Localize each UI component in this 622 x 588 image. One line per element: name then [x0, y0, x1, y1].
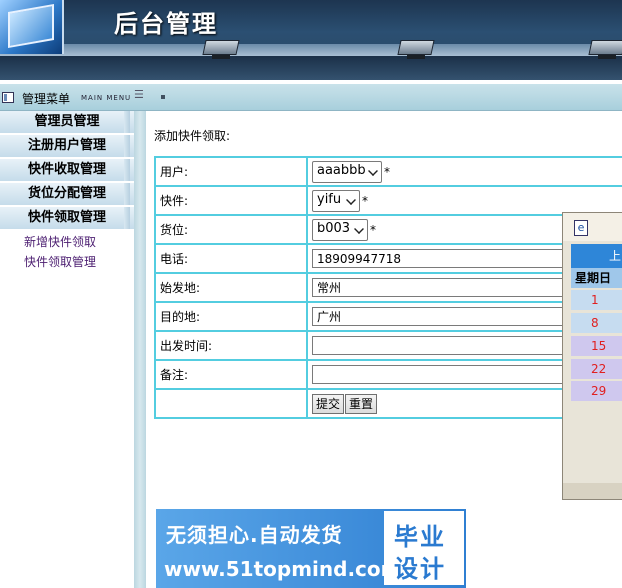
user-label: 用户:	[154, 156, 308, 187]
date-picker-titlebar	[563, 213, 622, 241]
form-row-user: 用户: aaabbb *	[154, 156, 622, 187]
actions-label-cell	[154, 388, 308, 419]
bullet-icon	[161, 95, 165, 99]
form-row-depart: 出发时间:	[154, 330, 622, 361]
ad-banner[interactable]: 无须担心.自动发货 www.51topmind.com 毕业 设计	[156, 509, 466, 588]
sidebar-link-add-pickup[interactable]: 新增快件领取	[24, 233, 96, 250]
calendar-day[interactable]: 8	[571, 313, 622, 333]
phone-input[interactable]	[312, 249, 572, 268]
monitor-icon	[395, 40, 435, 60]
sidebar-item-users[interactable]: 注册用户管理	[0, 135, 134, 158]
menu-bar: 管理菜单 MAIN MENU ☰	[0, 84, 622, 111]
reset-button[interactable]: 重置	[345, 393, 378, 414]
sidebar-item-slots[interactable]: 货位分配管理	[0, 183, 134, 206]
date-picker-popup: e 上 星期日 1 8 15 22 29	[562, 212, 622, 500]
calendar-icon: e	[574, 220, 588, 236]
weekday-header: 星期日	[571, 268, 622, 288]
badge-line2: 设计	[394, 555, 446, 583]
header-banner: 后台管理	[0, 0, 622, 80]
destination-input[interactable]	[312, 307, 572, 326]
date-picker-footer	[563, 483, 622, 499]
user-select[interactable]: aaabbb	[312, 160, 382, 183]
depart-time-input[interactable]	[312, 336, 572, 355]
monitor-icon	[586, 40, 622, 60]
form-row-slot: 货位: b003 *	[154, 214, 622, 245]
parcel-select-value: yifu	[317, 191, 342, 207]
menu-title: 管理菜单	[22, 92, 71, 106]
user-cell: aaabbb *	[306, 156, 622, 187]
page-title: 后台管理	[114, 9, 218, 38]
menu-subtitle: MAIN MENU	[81, 94, 132, 102]
sidebar-item-admin[interactable]: 管理员管理	[0, 111, 134, 134]
destination-label: 目的地:	[154, 301, 308, 332]
required-mark: *	[384, 164, 390, 179]
badge-line1: 毕业	[394, 523, 446, 551]
note-label: 备注:	[154, 359, 308, 390]
pickup-form: 用户: aaabbb * 快件: yifu * 货位: b003 * 电话: 始发地:…	[154, 156, 622, 419]
banner-url: www.51topmind.com	[164, 557, 402, 581]
sidebar-link-manage-pickup[interactable]: 快件领取管理	[24, 253, 96, 270]
calendar-day[interactable]: 22	[571, 359, 622, 379]
sidebar: 管理员管理 注册用户管理 快件收取管理 货位分配管理 快件领取管理 新增快件领取…	[0, 111, 134, 588]
sidebar-item-pickup[interactable]: 快件领取管理	[0, 207, 134, 230]
calendar-day[interactable]: 1	[571, 290, 622, 310]
note-input[interactable]	[312, 365, 572, 384]
sidebar-item-receive[interactable]: 快件收取管理	[0, 159, 134, 182]
slot-select[interactable]: b003	[312, 218, 368, 241]
required-mark: *	[370, 222, 376, 237]
form-row-phone: 电话:	[154, 243, 622, 274]
form-row-note: 备注:	[154, 359, 622, 390]
submit-button[interactable]: 提交	[312, 393, 345, 414]
phone-label: 电话:	[154, 243, 308, 274]
depart-time-label: 出发时间:	[154, 330, 308, 361]
required-mark: *	[362, 193, 368, 208]
slot-select-value: b003	[317, 220, 351, 236]
date-picker-header[interactable]: 上	[571, 244, 622, 268]
monitor-icon	[200, 40, 240, 60]
calendar-day[interactable]: 15	[571, 336, 622, 356]
form-row-destination: 目的地:	[154, 301, 622, 332]
form-row-parcel: 快件: yifu *	[154, 185, 622, 216]
form-row-origin: 始发地:	[154, 272, 622, 303]
calendar-day[interactable]: 29	[571, 381, 622, 401]
slot-label: 货位:	[154, 214, 308, 245]
list-icon[interactable]: ☰	[134, 89, 144, 100]
logo-icon	[0, 0, 64, 54]
origin-label: 始发地:	[154, 272, 308, 303]
menu-icon	[2, 92, 14, 103]
chevron-down-icon	[368, 165, 378, 176]
sidebar-divider[interactable]	[134, 111, 146, 588]
header-band	[0, 44, 622, 56]
parcel-cell: yifu *	[306, 185, 622, 216]
user-select-value: aaabbb	[317, 162, 366, 178]
banner-badge: 毕业 设计	[384, 511, 464, 585]
banner-slogan: 无须担心.自动发货	[166, 523, 343, 547]
chevron-down-icon	[354, 223, 364, 234]
form-heading: 添加快件领取:	[154, 129, 231, 143]
parcel-label: 快件:	[154, 185, 308, 216]
form-row-actions: 提交 重置	[154, 388, 622, 419]
header-band-lower	[0, 56, 622, 80]
parcel-select[interactable]: yifu	[312, 189, 360, 212]
origin-input[interactable]	[312, 278, 572, 297]
chevron-down-icon	[346, 194, 356, 205]
